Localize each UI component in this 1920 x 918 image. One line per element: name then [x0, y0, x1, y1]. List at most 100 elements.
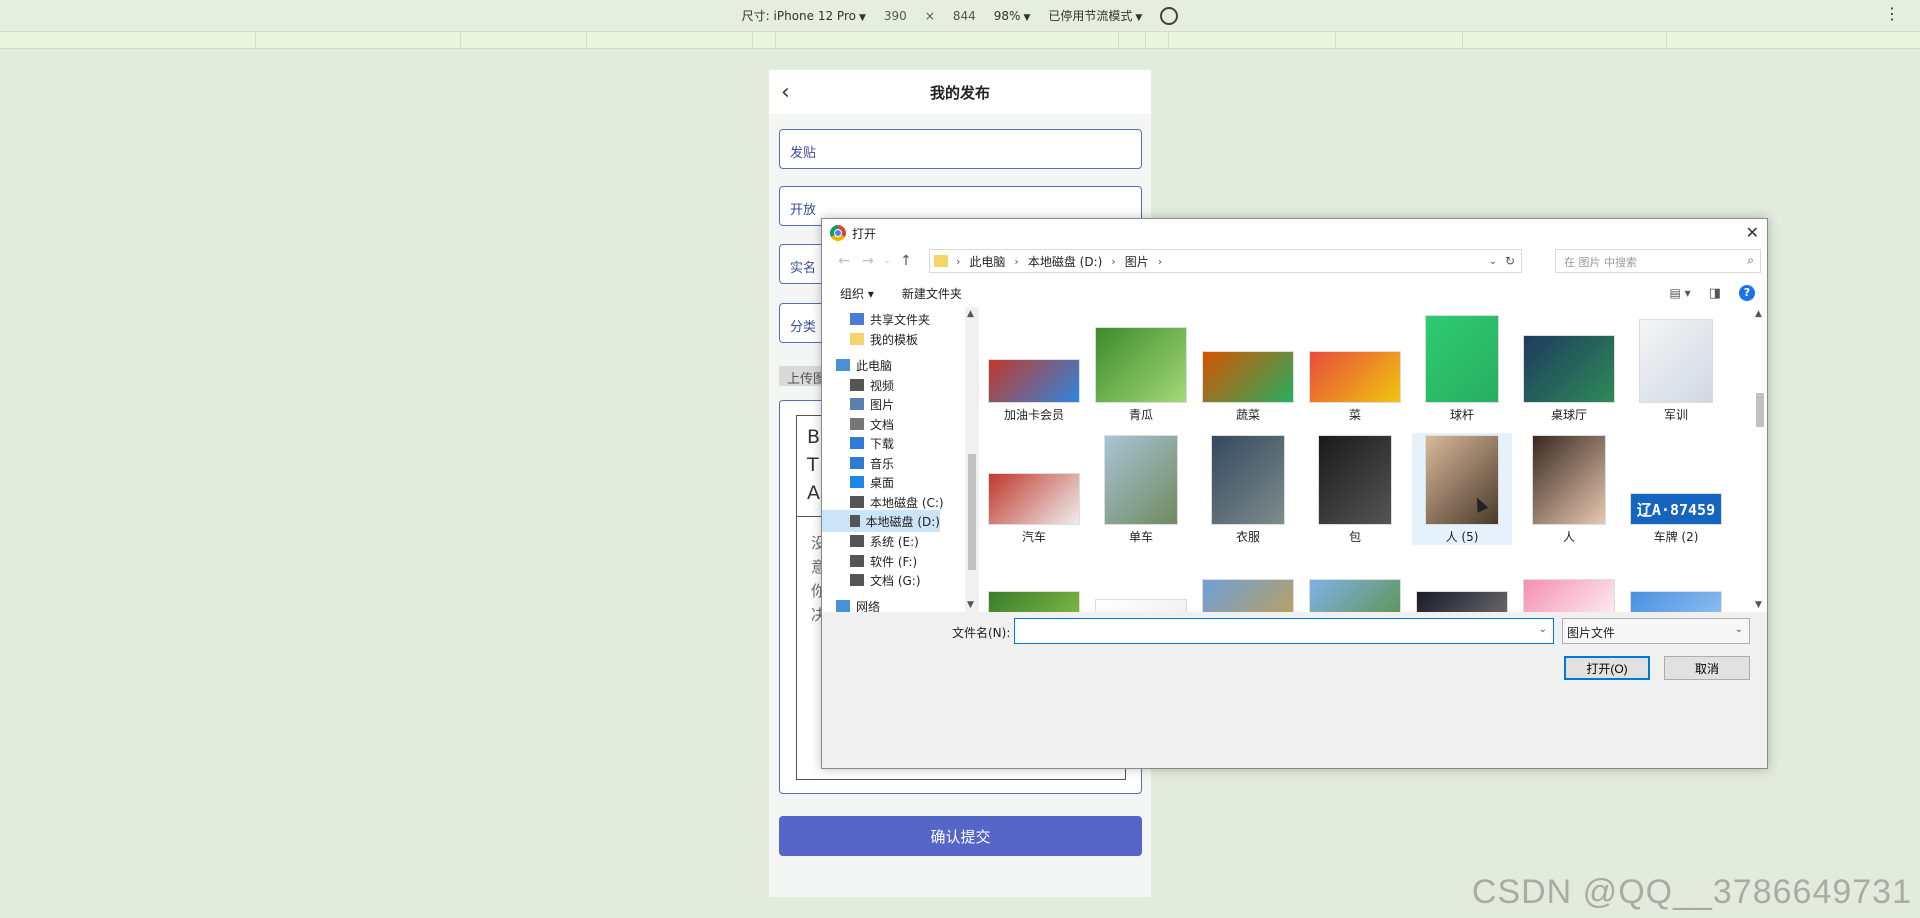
file-item[interactable]: 微信图片_20230413154813: [1305, 551, 1405, 612]
thumbnail-image: [1416, 591, 1508, 612]
field-post[interactable]: 发贴: [779, 129, 1142, 169]
bold-tool[interactable]: B: [807, 426, 820, 448]
scroll-thumb[interactable]: [1756, 393, 1764, 427]
file-item[interactable]: 单车: [1091, 433, 1191, 545]
file-item[interactable]: 衣服: [1198, 433, 1298, 545]
chevron-down-icon[interactable]: ⌄: [1539, 624, 1547, 635]
back-icon[interactable]: ←: [832, 253, 856, 269]
file-item[interactable]: 人: [1519, 433, 1619, 545]
thumbnail-frame: [984, 433, 1084, 525]
nav-item[interactable]: 系统 (E:): [850, 530, 919, 552]
file-item[interactable]: 球杆: [1412, 315, 1512, 423]
file-item[interactable]: 汽车: [984, 433, 1084, 545]
scroll-thumb[interactable]: [968, 454, 976, 570]
file-item[interactable]: 背景: [1626, 551, 1726, 612]
file-type-select[interactable]: 图片文件 ⌄: [1562, 618, 1750, 644]
nav-item[interactable]: 共享文件夹: [850, 308, 930, 330]
file-item[interactable]: 留言屏蔽: [1091, 551, 1191, 612]
nav-item[interactable]: 我的模板: [850, 328, 918, 350]
address-bar[interactable]: › 此电脑 › 本地磁盘 (D:) › 图片 › ⌄ ↻: [929, 249, 1522, 273]
app-header: ‹ 我的发布: [769, 70, 1151, 114]
file-item[interactable]: 蛋: [1519, 551, 1619, 612]
share-icon: [850, 313, 864, 325]
dialog-titlebar: 打开 ✕: [822, 219, 1767, 247]
nav-item[interactable]: 此电脑: [836, 354, 892, 376]
search-input[interactable]: 在 图片 中搜索 ⌕: [1555, 249, 1761, 273]
folder-icon: [934, 255, 948, 267]
file-item[interactable]: 加油卡会员: [984, 315, 1084, 423]
thumbnail-image: [1630, 591, 1722, 612]
nav-item[interactable]: 网络: [836, 595, 880, 612]
rotate-icon[interactable]: [1160, 6, 1179, 25]
address-row: ← → ⌄ ↑ › 此电脑 › 本地磁盘 (D:) › 图片 › ⌄ ↻ 在 图…: [822, 247, 1767, 275]
zoom-select[interactable]: 98% ▼: [994, 9, 1031, 23]
file-item[interactable]: 蔬菜: [1198, 315, 1298, 423]
refresh-icon[interactable]: ↻: [1505, 254, 1515, 268]
nav-item-label: 我的模板: [870, 332, 919, 347]
music-icon: [850, 457, 864, 469]
forward-icon[interactable]: →: [856, 253, 880, 269]
file-item[interactable]: 辽A·87459 车牌 (2): [1626, 433, 1726, 545]
desktop-icon: [850, 476, 864, 488]
thumbnail-image: [1095, 599, 1187, 612]
preview-pane-icon[interactable]: ◨: [1709, 286, 1721, 301]
thumbnail-image: [988, 591, 1080, 612]
thumbnail-frame: [1412, 315, 1512, 403]
view-options-icon[interactable]: ▤ ▾: [1670, 286, 1691, 300]
nav-item-label: 软件 (F:): [870, 554, 918, 569]
viewport-width[interactable]: 390: [884, 9, 907, 23]
file-item[interactable]: 人 (5): [1412, 433, 1512, 545]
caret-down-icon: ▼: [858, 13, 866, 23]
breadcrumb-drive[interactable]: 本地磁盘 (D:): [1028, 253, 1102, 270]
more-vert-icon[interactable]: ⋮: [1884, 6, 1900, 22]
thumbnail-frame: [1091, 433, 1191, 525]
scroll-down-icon[interactable]: ▼: [967, 600, 974, 610]
scroll-down-icon[interactable]: ▼: [1755, 600, 1762, 610]
text-tool[interactable]: T: [807, 454, 819, 476]
devtools-toolbar: 尺寸: iPhone 12 Pro ▼ 390 × 844 98% ▼ 已停用节流模…: [0, 0, 1920, 32]
help-icon[interactable]: ?: [1739, 285, 1755, 301]
close-icon[interactable]: ✕: [1746, 223, 1759, 242]
throttle-select[interactable]: 已停用节流模式 ▼: [1048, 7, 1142, 24]
files-scrollbar[interactable]: ▲ ▼: [1753, 307, 1767, 612]
breadcrumb-pictures[interactable]: 图片: [1125, 253, 1149, 270]
file-item[interactable]: 车牌: [1412, 551, 1512, 612]
cancel-button[interactable]: 取消: [1664, 656, 1750, 680]
file-item[interactable]: 菜: [1305, 315, 1405, 423]
up-icon[interactable]: ↑: [894, 253, 918, 269]
open-button[interactable]: 打开(O): [1564, 656, 1650, 680]
file-item[interactable]: 军训: [1626, 315, 1726, 423]
filename-label: 文件名(N):: [952, 626, 1011, 640]
recent-dropdown-icon[interactable]: ⌄: [880, 256, 894, 266]
nav-item-label: 视频: [870, 378, 895, 393]
nav-scrollbar[interactable]: ▲ ▼: [965, 307, 979, 612]
nav-item[interactable]: 本地磁盘 (D:): [822, 510, 940, 532]
file-item[interactable]: 包: [1305, 433, 1405, 545]
caret-down-icon: ▼: [1135, 13, 1143, 23]
nav-item[interactable]: 下载: [850, 432, 894, 454]
chevron-down-icon[interactable]: ⌄: [1489, 256, 1497, 267]
thumbnail-frame: [1519, 315, 1619, 403]
nav-item[interactable]: 桌面: [850, 471, 894, 493]
organize-button[interactable]: 组织 ▾: [840, 285, 874, 302]
nav-item[interactable]: 文档 (G:): [850, 569, 921, 591]
breadcrumb-computer[interactable]: 此电脑: [969, 253, 1005, 270]
file-open-dialog: 打开 ✕ ← → ⌄ ↑ › 此电脑 › 本地磁盘 (D:) › 图片 › ⌄ …: [821, 218, 1768, 769]
back-arrow-icon[interactable]: ‹: [781, 80, 790, 105]
submit-button[interactable]: 确认提交: [779, 816, 1142, 856]
file-item[interactable]: 青瓜: [1091, 315, 1191, 423]
nav-item[interactable]: 图片: [850, 393, 894, 415]
viewport-height[interactable]: 844: [953, 9, 976, 23]
file-item[interactable]: 农家乐1: [984, 551, 1084, 612]
file-item[interactable]: 桌球厅: [1519, 315, 1619, 423]
scroll-up-icon[interactable]: ▲: [967, 309, 974, 319]
file-name: 青瓜: [1128, 408, 1153, 422]
thumbnail-frame: [1305, 315, 1405, 403]
new-folder-button[interactable]: 新建文件夹: [902, 285, 962, 302]
align-tool[interactable]: A: [807, 482, 820, 504]
file-item[interactable]: 微信图片_20230413154819: [1198, 551, 1298, 612]
dialog-footer: 文件名(N): ⌄ 图片文件 ⌄ 打开(O) 取消: [822, 612, 1767, 768]
filename-input[interactable]: ⌄: [1014, 618, 1554, 644]
scroll-up-icon[interactable]: ▲: [1755, 309, 1762, 319]
device-select[interactable]: 尺寸: iPhone 12 Pro ▼: [742, 7, 866, 24]
